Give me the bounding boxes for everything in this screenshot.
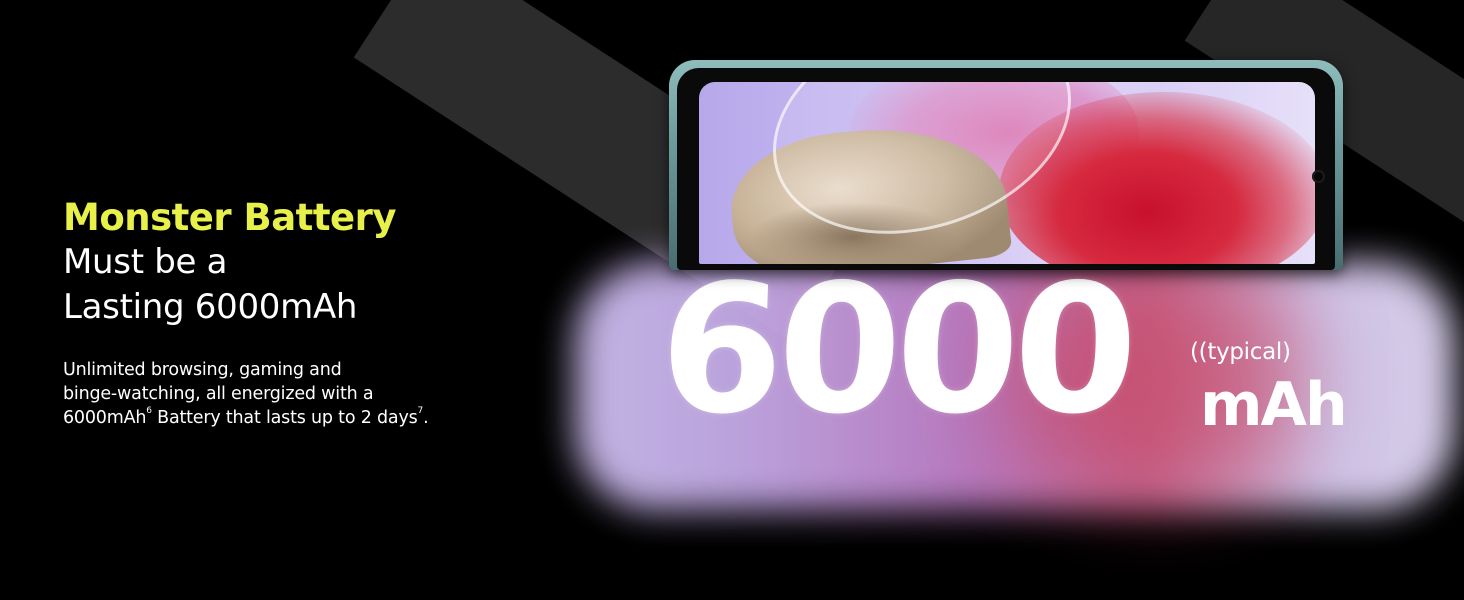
battery-unit: mAh (1200, 370, 1348, 440)
headline-line-1: Must be a (63, 242, 228, 282)
phone-screen (699, 82, 1315, 264)
feature-text: Monster Battery Must be a Lasting 6000mA… (63, 196, 523, 430)
footnote-marker: 6 (146, 406, 152, 416)
body-line-3-suffix: . (423, 408, 429, 428)
headline-line-2: Lasting 6000mAh (63, 287, 358, 327)
body-line-3-middle: Battery that lasts up to 2 days (151, 408, 418, 428)
battery-capacity-number: 6000 (656, 246, 1136, 453)
phone-bezel (677, 68, 1335, 270)
body-line-1: Unlimited browsing, gaming and (63, 360, 342, 380)
body-copy: Unlimited browsing, gaming and binge-wat… (63, 358, 523, 430)
camera-icon (1312, 170, 1325, 183)
body-line-3: 6000mAh6 Battery that lasts up to 2 days… (63, 406, 523, 430)
footnote-marker: 7 (417, 406, 424, 416)
body-line-3-prefix: 6000mAh (63, 408, 147, 428)
battery-qualifier: ((typical) (1190, 339, 1291, 365)
phone-image (669, 60, 1343, 270)
battery-banner: Monster Battery Must be a Lasting 6000mA… (0, 0, 1464, 600)
body-line-2: binge-watching, all energized with a (63, 384, 374, 404)
headline-accent: Monster Battery (63, 196, 397, 239)
